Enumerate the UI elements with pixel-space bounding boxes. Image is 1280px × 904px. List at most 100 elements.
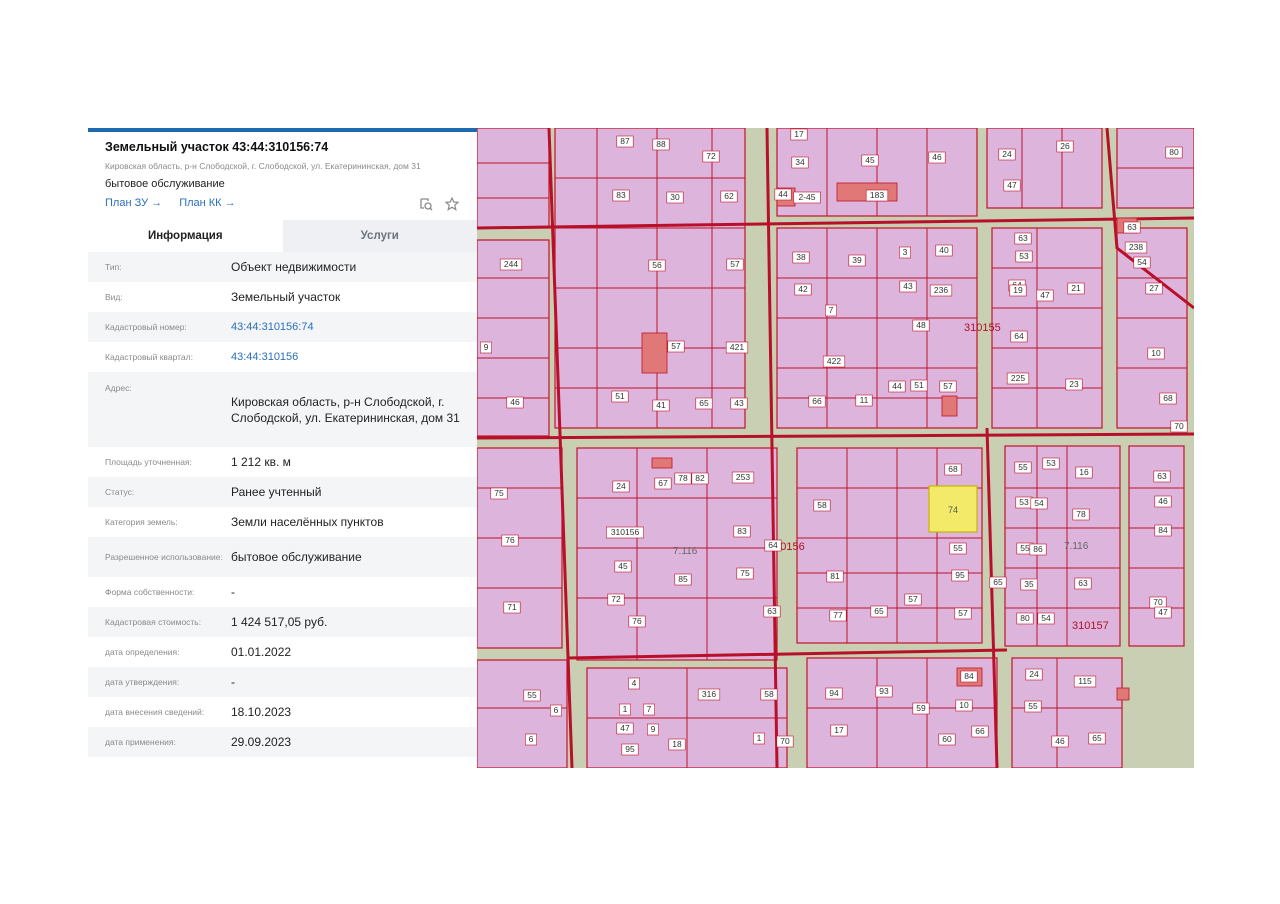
parcel-label[interactable]: 86 [1033, 544, 1043, 554]
parcel-label[interactable]: 95 [955, 570, 965, 580]
parcel-label[interactable]: 88 [656, 139, 666, 149]
parcel-label[interactable]: 17 [834, 725, 844, 735]
parcel-label[interactable]: 10 [959, 700, 969, 710]
parcel-label[interactable]: 55 [1028, 701, 1038, 711]
parcel-label[interactable]: 43 [734, 398, 744, 408]
parcel-label[interactable]: 64 [768, 540, 778, 550]
parcel-label[interactable]: 238 [1129, 242, 1143, 252]
parcel-label[interactable]: 7 [647, 704, 652, 714]
parcel-label[interactable]: 24 [616, 481, 626, 491]
parcel-label[interactable]: 75 [494, 488, 504, 498]
parcel-label[interactable]: 76 [632, 616, 642, 626]
parcel-label[interactable]: 4 [632, 678, 637, 688]
parcel-label[interactable]: 34 [795, 157, 805, 167]
parcel-label[interactable]: 244 [504, 259, 518, 269]
parcel-label[interactable]: 46 [1158, 496, 1168, 506]
parcel-label[interactable]: 9 [651, 724, 656, 734]
parcel-label[interactable]: 70 [1174, 421, 1184, 431]
favorite-star-icon[interactable] [445, 197, 459, 211]
parcel-label[interactable]: 55 [527, 690, 537, 700]
parcel-label[interactable]: 422 [827, 356, 841, 366]
parcel-label[interactable]: 45 [865, 155, 875, 165]
zoom-to-icon[interactable] [419, 197, 433, 211]
parcel-label[interactable]: 63 [767, 606, 777, 616]
plan-zu-link[interactable]: План ЗУ → [105, 197, 162, 209]
map-canvas[interactable]: 74 310155 310156 310157 7.116 7.116 8087… [477, 128, 1194, 768]
parcel-label[interactable]: 41 [656, 400, 666, 410]
parcel-label[interactable]: 57 [671, 341, 681, 351]
parcel-label[interactable]: 253 [736, 472, 750, 482]
parcel-label[interactable]: 47 [620, 723, 630, 733]
parcel-label[interactable]: 87 [620, 136, 630, 146]
parcel-label[interactable]: 83 [616, 190, 626, 200]
parcel-label[interactable]: 93 [879, 686, 889, 696]
parcel-label[interactable]: 55 [1020, 543, 1030, 553]
parcel-label[interactable]: 57 [943, 381, 953, 391]
parcel-label[interactable]: 57 [730, 259, 740, 269]
cadastral-map[interactable]: 74 310155 310156 310157 7.116 7.116 80 87… [477, 128, 1194, 768]
plan-kk-link[interactable]: План КК → [179, 197, 235, 209]
parcel-label[interactable]: 10 [1151, 348, 1161, 358]
parcel-label[interactable]: 82 [695, 473, 705, 483]
parcel-label[interactable]: 64 [1014, 331, 1024, 341]
parcel-label[interactable]: 57 [958, 608, 968, 618]
parcel-label[interactable]: 23 [1069, 379, 1079, 389]
parcel-label[interactable]: 42 [798, 284, 808, 294]
parcel-label[interactable]: 78 [1076, 509, 1086, 519]
cadastral-quarter-link[interactable]: 43:44:310156 [231, 342, 477, 372]
parcel-label[interactable]: 63 [1127, 222, 1137, 232]
parcel-label[interactable]: 65 [699, 398, 709, 408]
parcel-label[interactable]: 310156 [611, 527, 640, 537]
parcel-label[interactable]: 24 [1029, 669, 1039, 679]
parcel-label[interactable]: 46 [1055, 736, 1065, 746]
parcel-label[interactable]: 55 [953, 543, 963, 553]
parcel-label[interactable]: 24 [1002, 149, 1012, 159]
parcel-label[interactable]: 54 [1034, 498, 1044, 508]
parcel-label[interactable]: 38 [796, 252, 806, 262]
parcel-label[interactable]: 115 [1078, 676, 1092, 686]
parcel-label[interactable]: 46 [510, 397, 520, 407]
parcel-label[interactable]: 43 [903, 281, 913, 291]
parcel-label[interactable]: 26 [1060, 141, 1070, 151]
parcel-label[interactable]: 1 [623, 704, 628, 714]
parcel-label[interactable]: 236 [934, 285, 948, 295]
parcel-label[interactable]: 70 [1153, 597, 1163, 607]
parcel-label[interactable]: 76 [505, 535, 515, 545]
parcel-label[interactable]: 84 [964, 671, 974, 681]
parcel-label[interactable]: 57 [908, 594, 918, 604]
parcel-label[interactable]: 68 [1163, 393, 1173, 403]
parcel-label[interactable]: 80 [1020, 613, 1030, 623]
parcel-label[interactable]: 3 [903, 247, 908, 257]
parcel-label[interactable]: 6 [529, 734, 534, 744]
parcel-label[interactable]: 53 [1019, 251, 1029, 261]
parcel-label[interactable]: 58 [817, 500, 827, 510]
parcel-label[interactable]: 81 [830, 571, 840, 581]
parcel-label[interactable]: 53 [1019, 497, 1029, 507]
parcel-label[interactable]: 35 [1024, 579, 1034, 589]
parcel-label[interactable]: 18 [672, 739, 682, 749]
parcel-label[interactable]: 47 [1040, 290, 1050, 300]
parcel-label[interactable]: 30 [670, 192, 680, 202]
parcel-label[interactable]: 40 [939, 245, 949, 255]
tab-information[interactable]: Информация [88, 220, 283, 252]
parcel-label[interactable]: 67 [658, 478, 668, 488]
parcel-label[interactable]: 56 [652, 260, 662, 270]
parcel-label[interactable]: 46 [932, 152, 942, 162]
parcel-label[interactable]: 16 [1079, 467, 1089, 477]
parcel-label[interactable]: 54 [1041, 613, 1051, 623]
parcel-label[interactable]: 72 [706, 151, 716, 161]
parcel-label[interactable]: 66 [975, 726, 985, 736]
parcel-label[interactable]: 59 [916, 703, 926, 713]
parcel-label[interactable]: 95 [625, 744, 635, 754]
parcel-label[interactable]: 85 [678, 574, 688, 584]
parcel-label[interactable]: 71 [507, 602, 517, 612]
parcel-label[interactable]: 11 [860, 395, 869, 405]
parcel-label[interactable]: 9 [484, 342, 489, 352]
parcel-label[interactable]: 45 [618, 561, 628, 571]
parcel-label[interactable]: 44 [892, 381, 902, 391]
parcel-label[interactable]: 65 [993, 577, 1003, 587]
parcel-label[interactable]: 51 [615, 391, 625, 401]
parcel-label[interactable]: 63 [1157, 471, 1167, 481]
parcel-label[interactable]: 27 [1149, 283, 1159, 293]
parcel-label[interactable]: 94 [829, 688, 839, 698]
